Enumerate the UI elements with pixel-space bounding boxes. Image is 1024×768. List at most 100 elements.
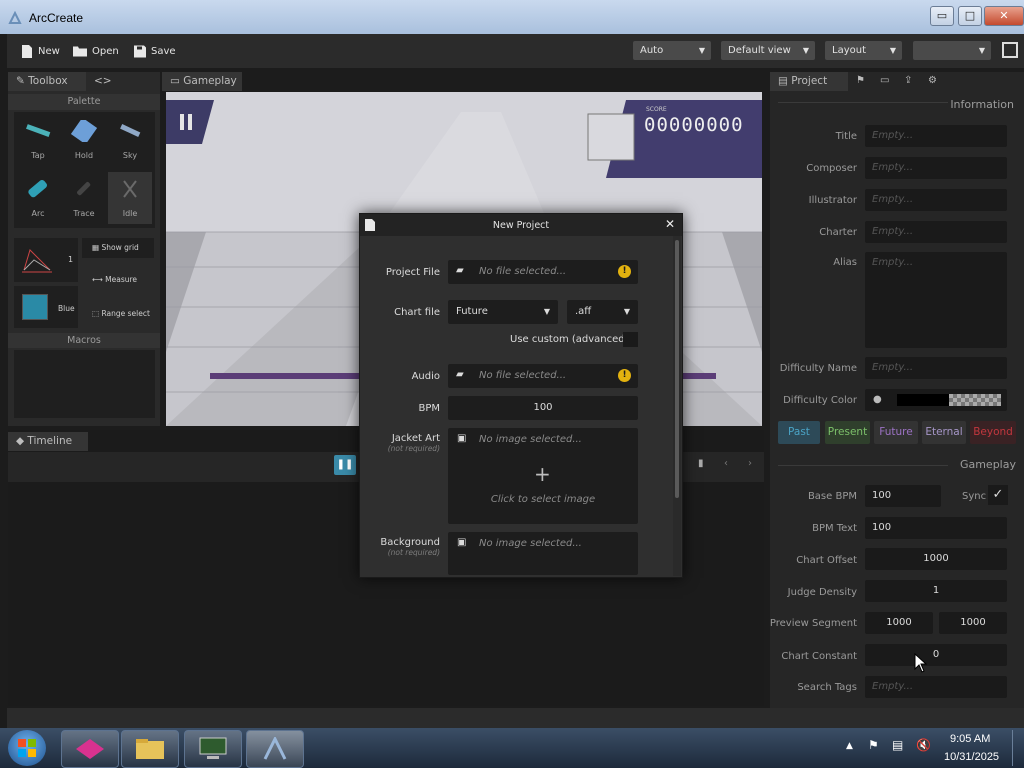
minimize-button[interactable]: ▭ [930, 6, 954, 26]
save-icon [134, 45, 146, 57]
difficulty-present-button[interactable]: Present [825, 421, 870, 444]
chart-constant-input[interactable]: 0 [865, 644, 1007, 666]
new-file-icon [22, 44, 32, 58]
computer-icon [199, 737, 227, 759]
tool-idle[interactable]: Idle [108, 172, 152, 224]
tab-toolbox[interactable]: ✎ Toolbox [8, 72, 86, 91]
show-grid-label: Show grid [101, 243, 139, 252]
difficulty-eternal-button[interactable]: Eternal [922, 421, 966, 444]
judge-density-input[interactable]: 1 [865, 580, 1007, 602]
project-file-picker[interactable]: ▰ No file selected... ! [448, 260, 638, 284]
tab-timeline[interactable]: ◆ Timeline [8, 432, 88, 451]
close-window-button[interactable]: ✕ [984, 6, 1024, 26]
difficulty-name-label: Difficulty Name [779, 363, 857, 374]
chevron-left-icon[interactable]: ‹ [724, 458, 728, 469]
tab-gameplay[interactable]: ▭ Gameplay [162, 72, 242, 91]
title-input[interactable]: Empty... [865, 125, 1007, 147]
caret-down-icon: ▼ [802, 46, 809, 55]
windows-logo-icon [18, 739, 36, 757]
action-center-icon[interactable]: ⚑ [868, 738, 879, 752]
range-select-label: Range select [101, 309, 150, 318]
taskbar-arccreate[interactable] [246, 730, 304, 768]
difficulty-color-picker[interactable]: ● [865, 389, 1007, 411]
start-button[interactable] [8, 730, 46, 766]
chart-ext-dropdown[interactable]: .aff ▼ [567, 300, 638, 324]
auto-dropdown[interactable]: Auto ▼ [633, 41, 711, 60]
tool-sky[interactable]: Sky [108, 114, 152, 166]
tool-sky-label: Sky [122, 151, 138, 160]
chart-offset-input[interactable]: 1000 [865, 548, 1007, 570]
timing-widget[interactable]: 1 [14, 238, 78, 282]
illustrator-input[interactable]: Empty... [865, 189, 1007, 211]
toolbox-panel: ✎ Toolbox <> Palette Tap Hold Sky Arc Tr… [8, 72, 160, 426]
dialog-scrollbar[interactable] [673, 236, 681, 576]
color-selector[interactable]: Blue [14, 286, 78, 328]
open-button[interactable]: Open [73, 43, 119, 59]
tray-expand-icon[interactable]: ▲ [846, 741, 853, 751]
use-custom-checkbox[interactable] [623, 332, 638, 347]
volume-muted-icon[interactable]: 🔇 [916, 738, 931, 752]
difficulty-name-input[interactable]: Empty... [865, 357, 1007, 379]
difficulty-future-button[interactable]: Future [874, 421, 918, 444]
mouse-cursor-icon [914, 653, 928, 673]
dialog-scrollbar-thumb[interactable] [675, 240, 679, 498]
blank-dropdown[interactable]: ▼ [913, 41, 991, 60]
audio-file-picker[interactable]: ▰ No file selected... ! [448, 364, 638, 388]
upload-icon[interactable]: ⇪ [904, 75, 912, 86]
chevron-right-icon[interactable]: › [748, 458, 752, 469]
preview-end-input[interactable]: 1000 [939, 612, 1007, 634]
tool-trace[interactable]: Trace [62, 172, 106, 224]
taskbar-app-pink[interactable] [61, 730, 119, 768]
pink-app-icon [76, 739, 104, 759]
screen-icon[interactable]: ▭ [880, 75, 889, 86]
network-icon[interactable]: ▤ [892, 738, 903, 752]
tab-code[interactable]: <> [94, 72, 120, 91]
preview-start-input[interactable]: 1000 [865, 612, 933, 634]
flag-icon[interactable]: ⚑ [856, 75, 865, 86]
sync-checkbox[interactable]: ✓ [988, 485, 1008, 505]
bpm-text-input[interactable]: 100 [865, 517, 1007, 539]
dialog-close-button[interactable]: ✕ [665, 217, 675, 231]
background-picker[interactable]: ▣ No image selected... [448, 532, 638, 575]
caret-down-icon: ▼ [978, 46, 985, 55]
taskbar-explorer[interactable] [121, 730, 179, 768]
taskbar-date[interactable]: 10/31/2025 [944, 751, 999, 763]
show-desktop-button[interactable] [1012, 730, 1024, 766]
composer-input[interactable]: Empty... [865, 157, 1007, 179]
pause-button[interactable]: ❚❚ [334, 455, 356, 475]
divider [778, 102, 948, 103]
difficulty-eternal-label: Eternal [925, 426, 963, 438]
save-button[interactable]: Save [134, 43, 176, 59]
tool-hold[interactable]: Hold [62, 114, 106, 166]
tool-arc[interactable]: Arc [16, 172, 60, 224]
alias-input[interactable]: Empty... [865, 252, 1007, 348]
macros-list[interactable] [14, 350, 155, 418]
difficulty-past-button[interactable]: Past [778, 421, 820, 444]
charter-input[interactable]: Empty... [865, 221, 1007, 243]
measure-toggle[interactable]: ⟷ Measure [82, 270, 154, 290]
new-button[interactable]: New [21, 43, 60, 59]
chart-difficulty-dropdown[interactable]: Future ▼ [448, 300, 558, 324]
difficulty-beyond-button[interactable]: Beyond [970, 421, 1016, 444]
tool-tap[interactable]: Tap [16, 114, 60, 166]
chart-offset-label: Chart Offset [796, 555, 857, 566]
view-dropdown[interactable]: Default view ▼ [721, 41, 815, 60]
image-icon: ▣ [457, 537, 467, 548]
bpm-input[interactable]: 100 [448, 396, 638, 420]
maximize-button[interactable]: □ [958, 6, 982, 26]
layout-dropdown[interactable]: Layout ▼ [825, 41, 902, 60]
range-select-icon: ⬚ [92, 309, 100, 318]
gear-icon[interactable]: ⚙ [928, 75, 937, 86]
difficulty-future-label: Future [879, 426, 913, 438]
alias-label: Alias [833, 257, 857, 268]
show-grid-toggle[interactable]: ▦ Show grid [82, 238, 154, 258]
bookmark-icon[interactable]: ▮ [698, 458, 704, 469]
jacket-art-picker[interactable]: ▣ No image selected... + Click to select… [448, 428, 638, 524]
taskbar-time[interactable]: 9:05 AM [950, 733, 990, 745]
tab-project[interactable]: ▤ Project [770, 72, 848, 91]
window-toggle-icon[interactable] [1002, 42, 1018, 58]
range-select-toggle[interactable]: ⬚ Range select [82, 304, 154, 324]
search-tags-input[interactable]: Empty... [865, 676, 1007, 698]
base-bpm-input[interactable]: 100 [865, 485, 941, 507]
taskbar-computer[interactable] [184, 730, 242, 768]
